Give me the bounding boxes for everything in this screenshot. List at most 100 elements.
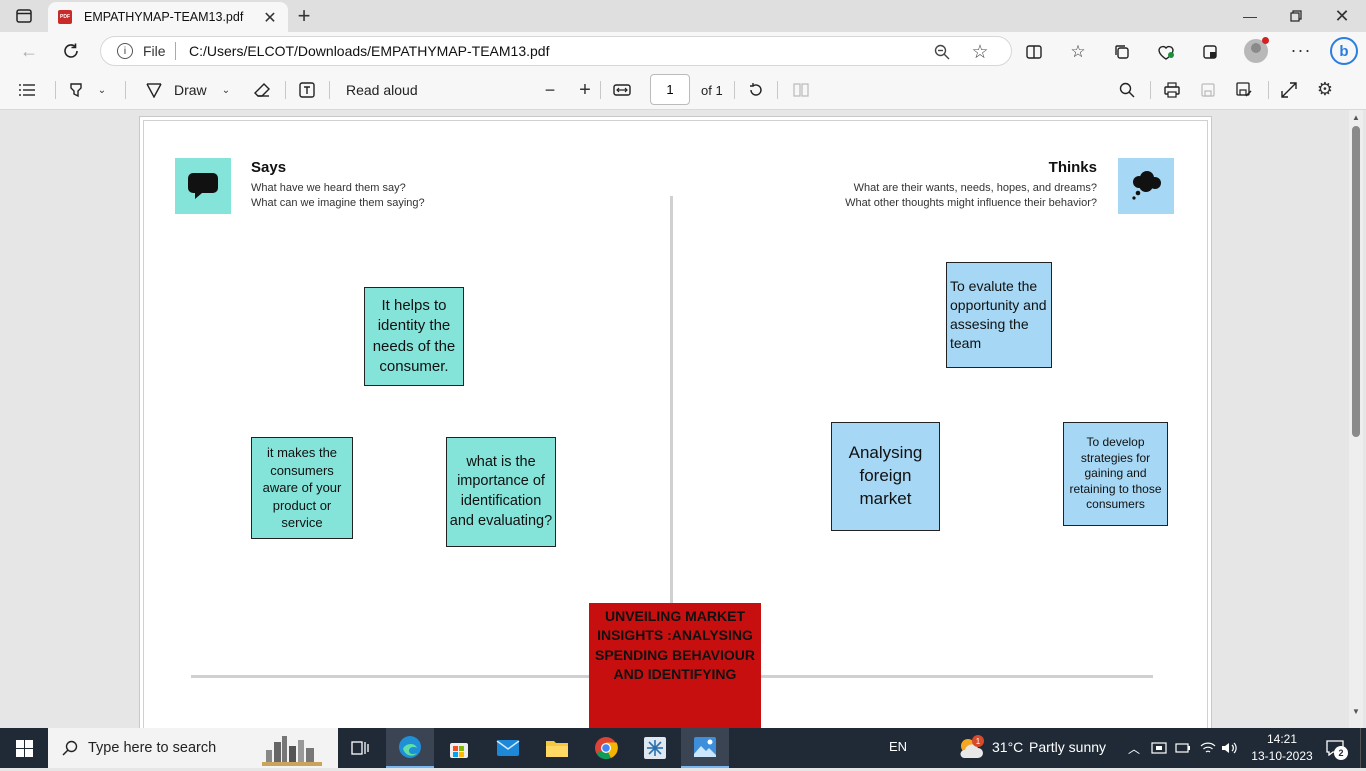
snowflake-app-icon[interactable] <box>631 728 679 768</box>
wifi-icon[interactable] <box>1198 738 1218 758</box>
toolbar-divider <box>734 81 735 99</box>
profile-notification-dot <box>1262 37 1269 44</box>
taskbar-search-box[interactable]: Type here to search <box>48 728 338 768</box>
thinks-note: To develop strategies for gaining and re… <box>1063 422 1168 526</box>
toolbar-divider <box>777 81 778 99</box>
weather-alert-badge: 1 <box>972 735 984 747</box>
windows-taskbar: Type here to search EN 1 31°C Partly sun… <box>0 728 1366 768</box>
favorite-star-icon[interactable]: ☆ <box>969 41 991 63</box>
save-icon[interactable] <box>1197 79 1219 101</box>
read-aloud-button[interactable]: Read aloud <box>346 82 418 98</box>
url-text[interactable]: C:/Users/ELCOT/Downloads/EMPATHYMAP-TEAM… <box>189 43 549 59</box>
more-options-icon[interactable]: ··· <box>1288 38 1314 62</box>
toolbar-divider <box>329 81 330 99</box>
save-as-icon[interactable] <box>1233 79 1255 101</box>
weather-sun-cloud-icon[interactable]: 1 <box>956 734 984 762</box>
start-windows-icon[interactable] <box>0 728 48 768</box>
tab-title: EMPATHYMAP-TEAM13.pdf <box>84 10 244 24</box>
clock-date[interactable]: 13-10-2023 <box>1246 749 1318 763</box>
thinks-prompt-1: What are their wants, needs, hopes, and … <box>853 182 1097 194</box>
language-indicator[interactable]: EN <box>889 739 907 754</box>
thinks-title: Thinks <box>1048 159 1097 176</box>
pdf-file-icon: PDF <box>58 10 72 24</box>
page-total-label: of 1 <box>701 83 723 98</box>
thinks-thought-cloud-icon <box>1118 158 1174 214</box>
thinks-note: To evalute the opportunity and assesing … <box>946 262 1052 368</box>
zoom-in-icon[interactable]: + <box>575 79 595 101</box>
notification-center-icon[interactable]: 2 <box>1322 736 1348 760</box>
says-note: It helps to identity the needs of the co… <box>364 287 464 386</box>
back-icon[interactable]: ← <box>16 38 42 64</box>
refresh-icon[interactable] <box>58 38 84 64</box>
scroll-down-arrow-icon[interactable]: ▼ <box>1349 704 1363 718</box>
extensions-icon[interactable] <box>1198 40 1222 64</box>
fit-to-width-icon[interactable] <box>610 79 634 101</box>
says-prompt-2: What can we imagine them saying? <box>251 197 425 209</box>
search-placeholder: Type here to search <box>88 740 217 756</box>
rotate-icon[interactable] <box>745 79 767 101</box>
thinks-prompt-2: What other thoughts might influence thei… <box>845 197 1097 209</box>
clock-time[interactable]: 14:21 <box>1252 732 1312 746</box>
zoom-icon[interactable] <box>931 41 953 63</box>
battery-icon[interactable] <box>1174 738 1192 758</box>
split-screen-icon[interactable] <box>1022 40 1046 64</box>
info-icon[interactable]: i <box>117 43 133 59</box>
table-of-contents-icon[interactable] <box>16 79 38 101</box>
restore-icon[interactable] <box>1282 4 1310 28</box>
browser-essentials-icon[interactable] <box>1154 40 1178 64</box>
tab-pdf[interactable]: PDF EMPATHYMAP-TEAM13.pdf ✕ <box>48 2 288 32</box>
draw-label[interactable]: Draw <box>174 82 207 98</box>
scroll-up-arrow-icon[interactable]: ▲ <box>1349 110 1363 124</box>
url-bar[interactable]: i File C:/Users/ELCOT/Downloads/EMPATHYM… <box>100 36 1012 66</box>
page-number-input[interactable]: 1 <box>650 74 690 105</box>
print-icon[interactable] <box>1161 79 1183 101</box>
draw-dropdown-icon[interactable]: ⌄ <box>218 79 234 101</box>
weather-temperature[interactable]: 31°C <box>992 739 1023 755</box>
pdf-page: Says What have we heard them say? What c… <box>139 116 1212 736</box>
erase-icon[interactable] <box>250 79 274 101</box>
volume-icon[interactable] <box>1220 738 1240 758</box>
minimize-icon[interactable]: — <box>1236 4 1264 28</box>
toolbar-divider <box>125 81 126 99</box>
tab-actions-icon[interactable] <box>10 6 38 26</box>
notification-count-badge: 2 <box>1334 746 1348 760</box>
mail-icon[interactable] <box>484 728 532 768</box>
highlight-dropdown-icon[interactable]: ⌄ <box>94 79 110 101</box>
toolbar-divider <box>285 81 286 99</box>
edge-taskbar-icon[interactable] <box>386 728 434 768</box>
find-icon[interactable] <box>1116 79 1138 101</box>
highlight-icon[interactable] <box>64 79 88 101</box>
network-adapter-icon[interactable] <box>1150 738 1168 758</box>
new-tab-icon[interactable]: + <box>292 3 316 28</box>
fullscreen-icon[interactable] <box>1278 79 1300 101</box>
profile-avatar[interactable] <box>1244 37 1269 63</box>
scrollbar-track[interactable]: ▲ ▼ <box>1349 110 1363 728</box>
map-center-title-box: UNVEILING MARKET INSIGHTS :ANALYSING SPE… <box>589 603 761 735</box>
says-prompt-1: What have we heard them say? <box>251 182 406 194</box>
says-note: what is the importance of identification… <box>446 437 556 547</box>
close-tab-icon[interactable]: ✕ <box>260 8 280 28</box>
bing-copilot-icon[interactable]: b <box>1330 37 1358 65</box>
collections-icon[interactable] <box>1110 40 1134 64</box>
empathy-map-canvas: Says What have we heard them say? What c… <box>143 120 1208 735</box>
photos-icon[interactable] <box>681 728 729 768</box>
search-icon <box>60 738 80 758</box>
microsoft-store-icon[interactable] <box>435 728 483 768</box>
page-view-icon[interactable] <box>790 79 812 101</box>
zoom-out-icon[interactable]: − <box>540 79 560 101</box>
task-view-icon[interactable] <box>336 728 384 768</box>
scrollbar-thumb[interactable] <box>1352 126 1360 437</box>
toolbar-divider <box>600 81 601 99</box>
chrome-icon[interactable] <box>582 728 630 768</box>
says-speech-bubble-icon <box>175 158 231 214</box>
show-desktop-button[interactable] <box>1360 728 1366 768</box>
draw-icon[interactable] <box>144 79 164 101</box>
show-hidden-icons-chevron-icon[interactable]: ︿ <box>1126 738 1142 758</box>
file-explorer-icon[interactable] <box>533 728 581 768</box>
weather-condition[interactable]: Partly sunny <box>1029 739 1106 755</box>
settings-gear-icon[interactable]: ⚙ <box>1314 78 1336 100</box>
favorites-icon[interactable]: ☆ <box>1066 40 1090 64</box>
toolbar-divider <box>1150 81 1151 99</box>
close-window-icon[interactable]: ✕ <box>1328 4 1356 28</box>
add-text-icon[interactable] <box>296 79 318 101</box>
